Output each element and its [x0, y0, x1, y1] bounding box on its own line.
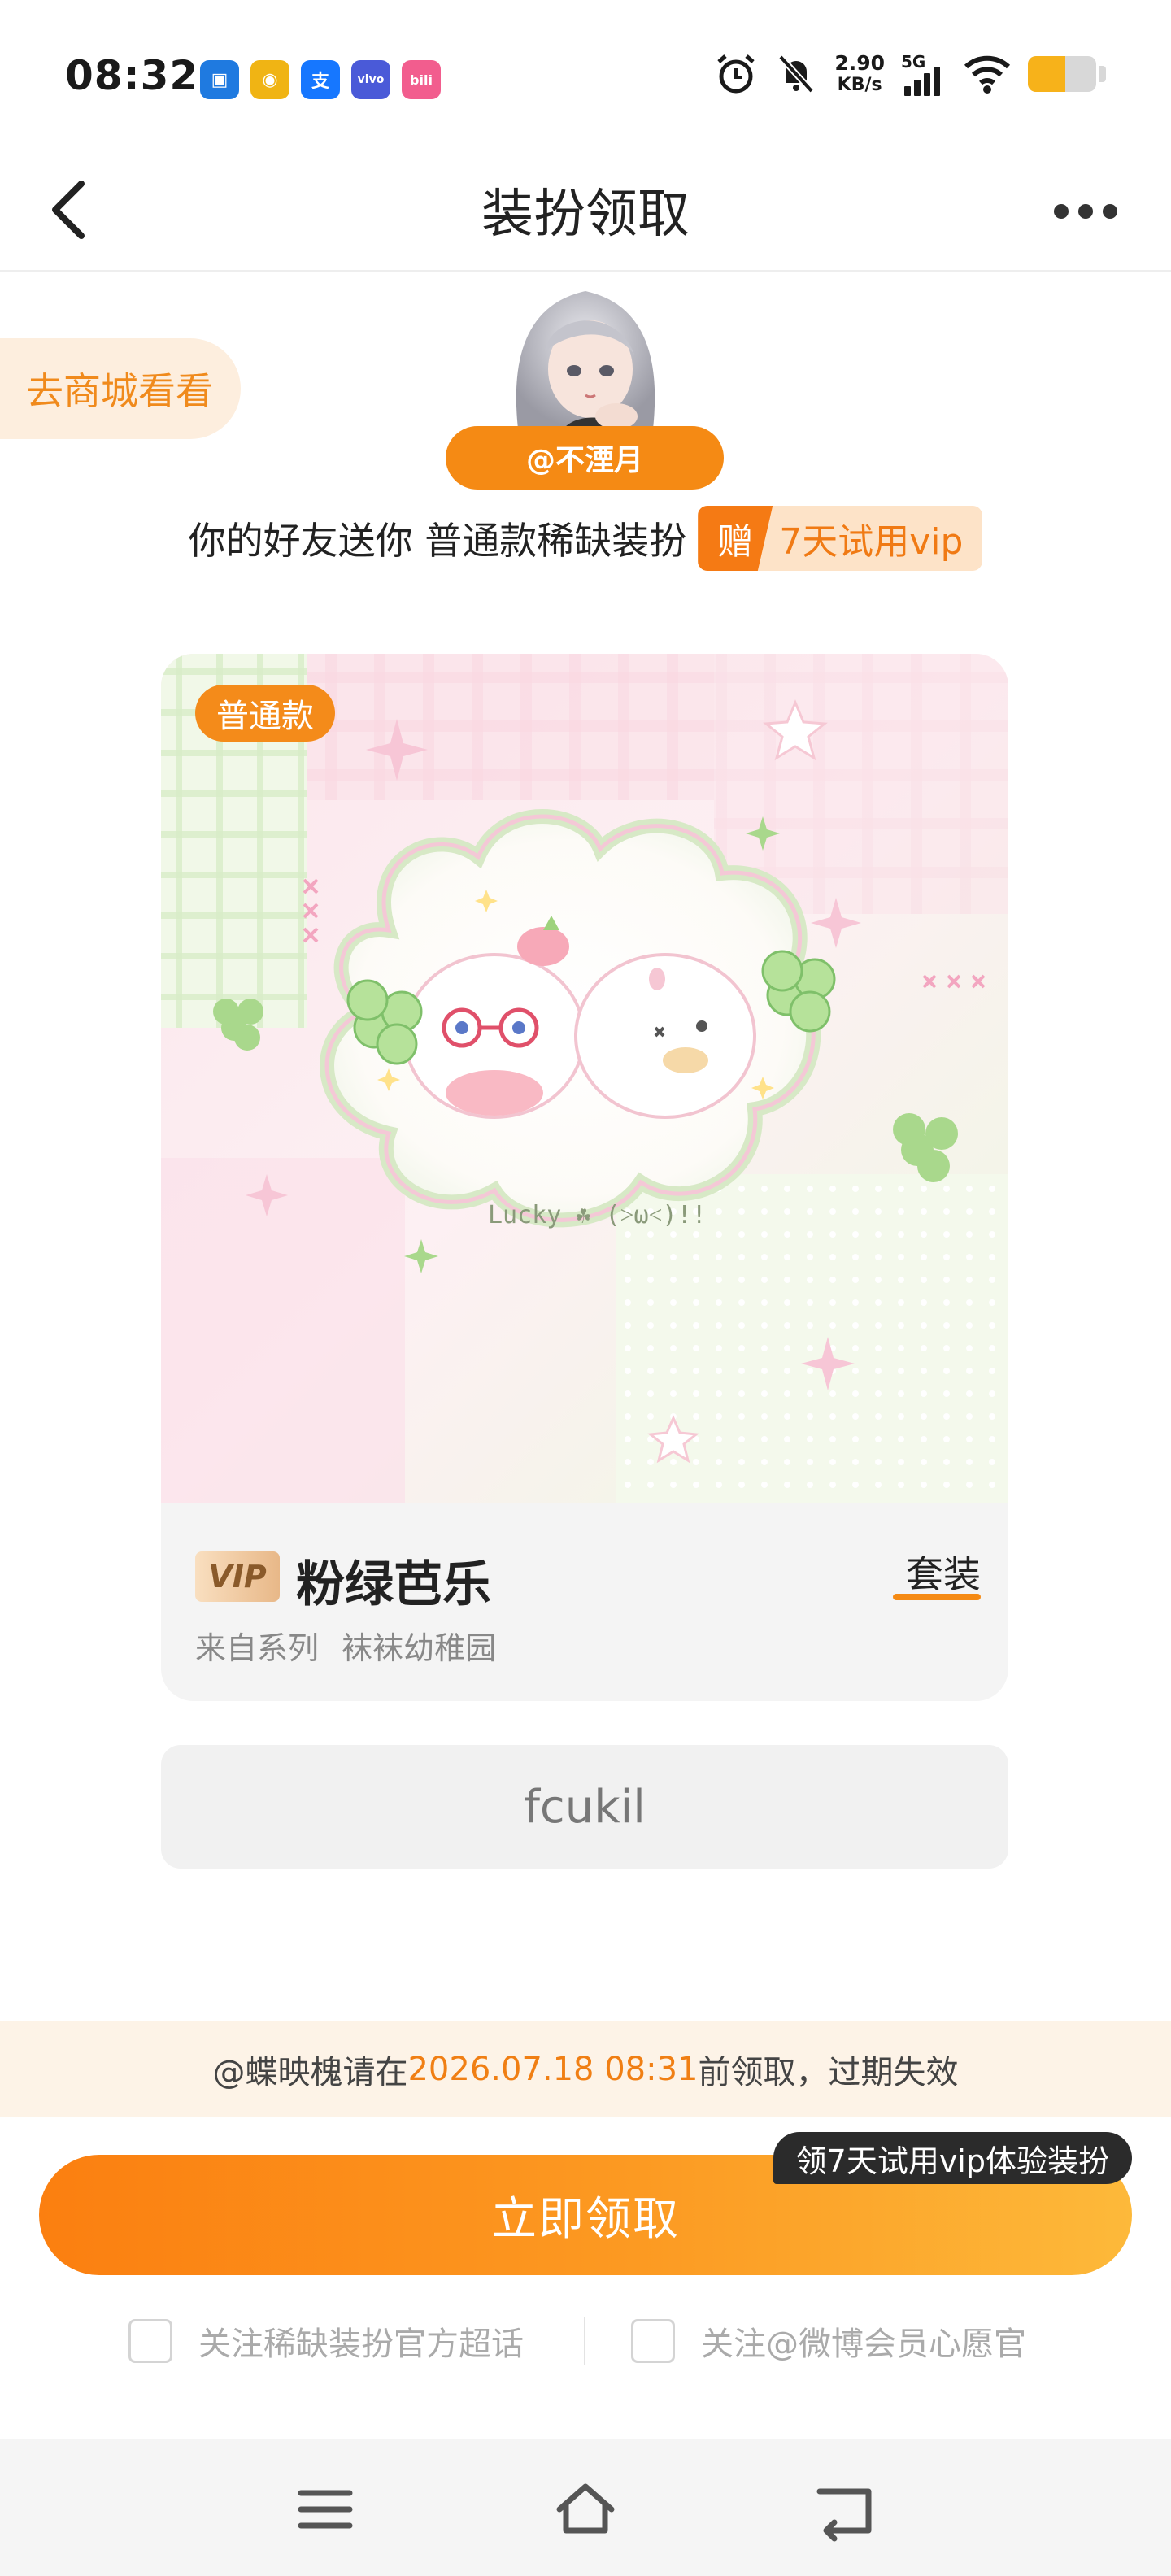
follow-super-topic-checkbox[interactable]: [128, 2319, 172, 2363]
recent-apps-button[interactable]: [293, 2477, 358, 2542]
menu-icon: [298, 2490, 353, 2529]
vip-trial-tooltip: 领7天试用vip体验装扮: [773, 2132, 1132, 2184]
status-indicators: 2.90 KB/s 5G: [714, 52, 1106, 96]
sender-avatar[interactable]: [494, 273, 677, 436]
gift-description: 你的好友送你 普通款稀缺装扮 赠 7天试用vip: [0, 504, 1171, 572]
wifi-icon: [964, 55, 1011, 94]
gift-message-field[interactable]: fcukil: [161, 1745, 1008, 1869]
deadline-suffix: 前领取，过期失效: [698, 2054, 959, 2091]
go-to-shop-label: 去商城看看: [26, 369, 213, 413]
page-title: 装扮领取: [481, 185, 690, 245]
follow-options: 关注稀缺装扮官方超话 关注@微博会员心愿官: [0, 2314, 1171, 2368]
navigation-bar: 装扮领取: [0, 146, 1171, 272]
skin-card[interactable]: 普通款 Lucky ☘ (˃ω˂)!! VIP 粉绿芭乐 套装 来自系列 袜袜幼…: [161, 654, 1008, 1701]
more-dot-icon: [1103, 204, 1117, 219]
network-speed: 2.90 KB/s: [834, 52, 885, 96]
home-button[interactable]: [553, 2477, 618, 2542]
deadline-time: 2026.07.18 08:31: [407, 2051, 699, 2088]
network-speed-value: 2.90: [834, 51, 885, 75]
bilibili-icon: bili: [402, 60, 441, 99]
gift-text: 你的好友送你 普通款稀缺装扮: [188, 519, 687, 563]
skin-art-caption: Lucky ☘ (˃ω˂)!!: [488, 1201, 707, 1229]
status-bar: 08:32 ▣ ◉ 支 vivo bili 2.90 KB/s 5G: [0, 0, 1171, 146]
alarm-icon: [717, 54, 755, 94]
vip-tag: VIP: [195, 1551, 280, 1602]
more-options-button[interactable]: [1041, 179, 1130, 244]
avatar-illustration: [516, 291, 655, 436]
vivo-icon: vivo: [351, 60, 390, 99]
claim-deadline-notice: @蝶映槐请在 2026.07.18 08:31 前领取，过期失效: [0, 2021, 1171, 2117]
follow-official-account-checkbox[interactable]: [631, 2319, 675, 2363]
skin-info: VIP 粉绿芭乐 套装 来自系列 袜袜幼稚园: [161, 1503, 1008, 1701]
gift-badge-text: 7天试用vip: [779, 521, 964, 563]
skin-type-badge: 普通款: [195, 685, 335, 742]
follow-official-account-label: 关注@微博会员心愿官: [701, 2326, 1026, 2363]
app-icon-blue: ▣: [200, 60, 239, 99]
follow-divider: [584, 2317, 586, 2365]
go-to-shop-button[interactable]: 去商城看看: [0, 338, 241, 439]
follow-official-account-option[interactable]: 关注@微博会员心愿官: [631, 2314, 1026, 2368]
skin-name: 粉绿芭乐: [296, 1556, 491, 1613]
skin-series[interactable]: 来自系列 袜袜幼稚园: [195, 1623, 496, 1668]
more-dot-icon: [1078, 204, 1093, 219]
home-icon: [556, 2483, 615, 2534]
system-navigation-bar: [0, 2439, 1171, 2576]
alipay-icon: 支: [301, 60, 340, 99]
suit-link-underline: [893, 1594, 981, 1600]
follow-super-topic-option[interactable]: 关注稀缺装扮官方超话: [128, 2314, 524, 2368]
signal-5g-icon: 5G: [901, 52, 947, 96]
more-dot-icon: [1054, 204, 1069, 219]
mute-bell-icon: [778, 54, 815, 94]
gift-badge-icon: 赠: [698, 506, 773, 571]
skin-preview-image: Lucky ☘ (˃ω˂)!!: [161, 654, 1008, 1503]
sender-username[interactable]: @不湮月: [446, 426, 724, 490]
status-time: 08:32: [65, 52, 199, 99]
suit-link[interactable]: 套装: [906, 1545, 981, 1599]
follow-super-topic-label: 关注稀缺装扮官方超话: [198, 2326, 524, 2363]
notification-app-icons: ▣ ◉ 支 vivo bili: [200, 60, 441, 99]
gift-bonus-badge: 赠 7天试用vip: [698, 506, 983, 571]
battery-icon: [1028, 56, 1096, 92]
return-icon: [816, 2488, 872, 2542]
deadline-prefix: @蝶映槐请在: [212, 2054, 408, 2091]
weibo-icon: ◉: [250, 60, 289, 99]
network-speed-unit: KB/s: [837, 75, 882, 95]
system-back-button[interactable]: [813, 2477, 878, 2542]
